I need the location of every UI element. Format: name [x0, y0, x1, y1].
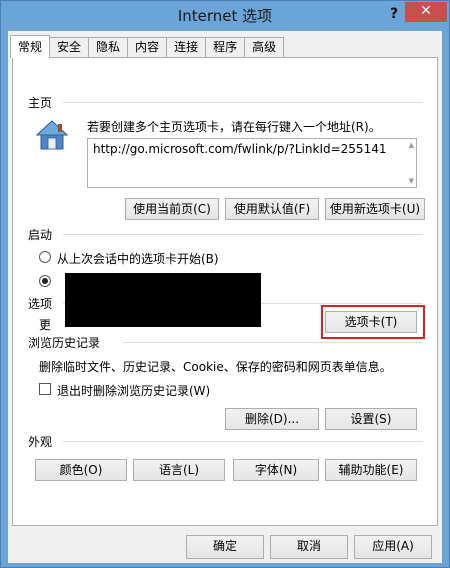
languages-button[interactable]: 语言(L) — [133, 459, 225, 481]
tab-security[interactable]: 安全 — [50, 37, 90, 57]
cancel-button[interactable]: 取消 — [270, 535, 348, 559]
delete-history-on-exit-label: 退出时删除浏览历史记录(W) — [57, 384, 211, 398]
tab-privacy[interactable]: 隐私 — [89, 37, 129, 57]
title-bar[interactable]: Internet 选项 ? ✕ — [1, 1, 449, 29]
appearance-group-divider — [63, 441, 423, 442]
use-default-button[interactable]: 使用默认值(F) — [225, 198, 319, 220]
tab-content[interactable]: 内容 — [128, 37, 168, 57]
apply-button[interactable]: 应用(A) — [354, 535, 432, 559]
tab-connections[interactable]: 连接 — [167, 37, 207, 57]
home-icon — [35, 120, 69, 150]
close-button[interactable]: ✕ — [405, 2, 447, 22]
tab-advanced[interactable]: 高级 — [245, 37, 285, 57]
tab-strip: 常规 安全 隐私 内容 连接 程序 高级 — [10, 35, 285, 58]
startup-group-divider — [63, 234, 423, 235]
scroll-up-icon[interactable]: ▲ — [409, 141, 414, 149]
delete-history-button[interactable]: 删除(D)... — [225, 408, 319, 430]
history-settings-button[interactable]: 设置(S) — [325, 408, 417, 430]
tab-general[interactable]: 常规 — [10, 35, 51, 58]
home-group-label: 主页 — [28, 94, 57, 111]
use-new-tab-button[interactable]: 使用新选项卡(U) — [325, 198, 425, 220]
home-url-textarea[interactable]: http://go.microsoft.com/fwlink/p/?LinkId… — [87, 138, 417, 188]
general-tab-panel: 主页 若要创建多个主页选项卡，请在每行键入一个地址(R)。 http://go.… — [12, 57, 438, 526]
radio-start-home[interactable] — [39, 275, 51, 287]
scroll-down-icon[interactable]: ▼ — [409, 177, 414, 185]
accessibility-button[interactable]: 辅助功能(E) — [325, 459, 417, 481]
window-title: Internet 选项 — [177, 7, 273, 25]
redacted-area — [65, 273, 261, 327]
dialog-client-area: 常规 安全 隐私 内容 连接 程序 高级 主页 若要创建多个主页选项卡，请在每行… — [8, 31, 442, 563]
radio-last-session-label: 从上次会话中的选项卡开始(B) — [57, 252, 219, 266]
appearance-group-label: 外观 — [28, 433, 57, 450]
startup-group-label: 启动 — [28, 226, 57, 243]
radio-last-session[interactable] — [39, 251, 51, 263]
tabs-description: 更 — [39, 318, 52, 332]
home-group-divider — [63, 102, 423, 103]
help-button[interactable]: ? — [385, 4, 403, 24]
use-current-button[interactable]: 使用当前页(C) — [125, 198, 219, 220]
tabs-button-highlight — [321, 305, 425, 339]
colors-button[interactable]: 颜色(O) — [35, 459, 127, 481]
tabs-group-label: 选项 — [28, 295, 57, 312]
home-url-value: http://go.microsoft.com/fwlink/p/?LinkId… — [93, 142, 387, 156]
internet-options-window: Internet 选项 ? ✕ 常规 安全 隐私 内容 连接 程序 高级 主页 … — [0, 0, 450, 568]
ok-button[interactable]: 确定 — [186, 535, 264, 559]
history-description: 删除临时文件、历史记录、Cookie、保存的密码和网页表单信息。 — [39, 360, 392, 374]
history-group-label: 浏览历史记录 — [28, 334, 105, 351]
tab-programs[interactable]: 程序 — [206, 37, 246, 57]
delete-history-on-exit-checkbox[interactable] — [39, 383, 51, 395]
fonts-button[interactable]: 字体(N) — [233, 459, 319, 481]
home-description: 若要创建多个主页选项卡，请在每行键入一个地址(R)。 — [87, 120, 381, 134]
history-group-divider — [123, 342, 423, 343]
